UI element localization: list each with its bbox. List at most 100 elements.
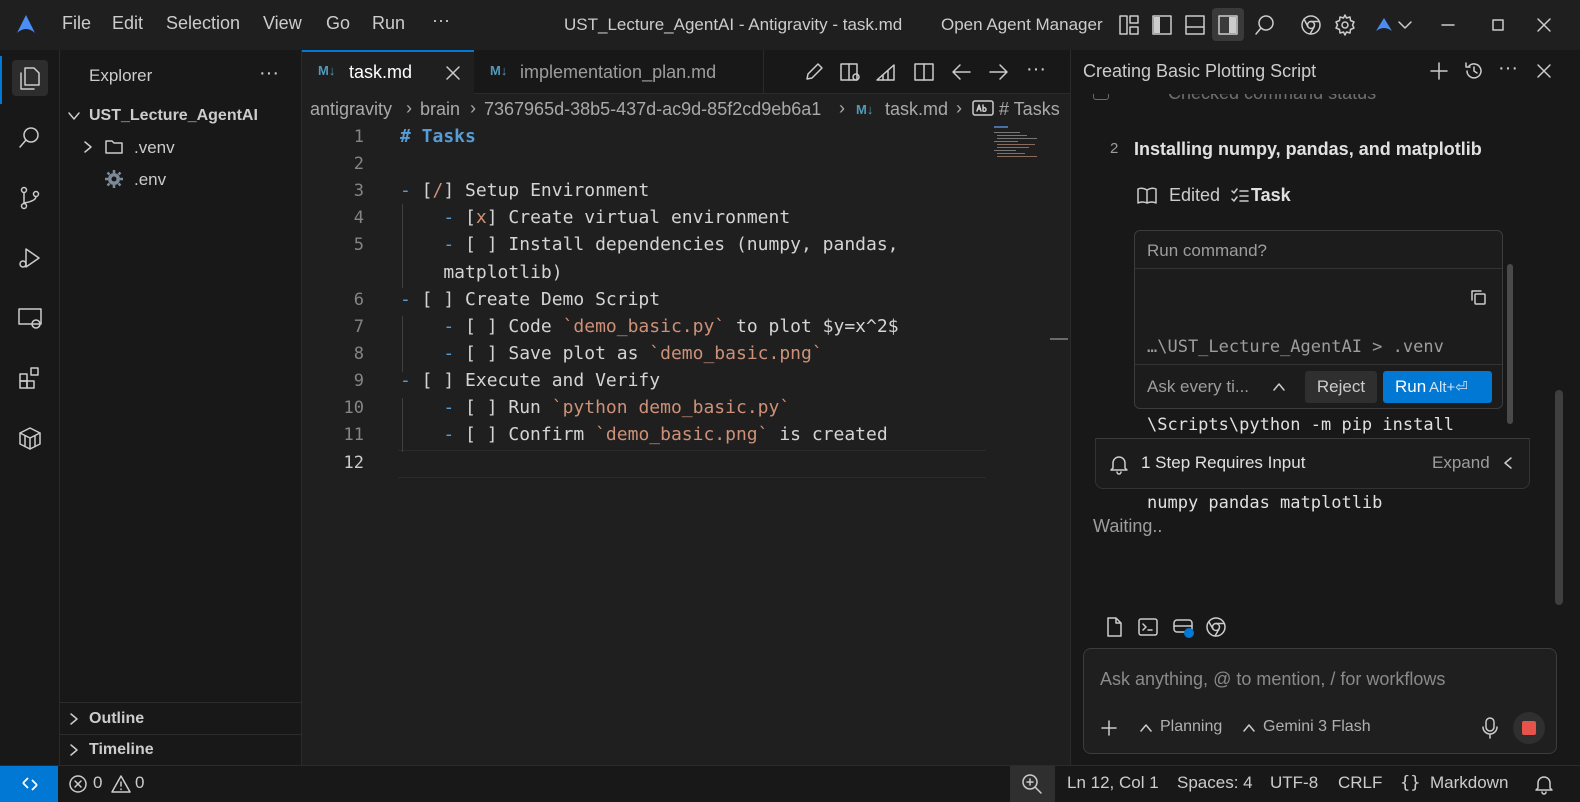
menu-more[interactable]: ··· (432, 10, 450, 31)
encoding[interactable]: UTF-8 (1270, 773, 1318, 793)
menu-edit[interactable]: Edit (112, 13, 143, 34)
tab-implementation-plan[interactable]: M↓ implementation_plan.md (474, 50, 764, 94)
command-line: \Scripts\python -m pip install (1147, 415, 1455, 435)
language-mode[interactable]: Markdown (1430, 773, 1508, 793)
microphone-icon[interactable] (1481, 716, 1499, 740)
tree-item-env[interactable]: .env (134, 170, 166, 190)
chevron-up-icon[interactable] (1242, 721, 1256, 735)
copy-icon[interactable] (1469, 288, 1487, 306)
extensions-icon[interactable] (12, 360, 48, 396)
workspace-root[interactable]: UST_Lecture_AgentAI (89, 107, 258, 125)
conversation: Checked command status 2 Installing nump… (1071, 94, 1580, 634)
breadcrumb-item[interactable]: # Tasks (999, 99, 1060, 120)
arrow-left-icon[interactable] (950, 60, 974, 84)
history-icon[interactable] (1463, 60, 1485, 82)
minimize-icon[interactable] (1440, 17, 1456, 33)
search-icon[interactable] (12, 120, 48, 156)
open-agent-manager-button[interactable]: Open Agent Manager (941, 15, 1103, 35)
maximize-icon[interactable] (1490, 17, 1506, 33)
edited-target-link[interactable]: Task (1251, 185, 1291, 206)
chevron-right-icon[interactable] (80, 139, 96, 155)
menu-go[interactable]: Go (326, 13, 350, 34)
chevron-down-icon[interactable] (66, 108, 82, 124)
menu-view[interactable]: View (263, 13, 302, 34)
arrow-right-icon[interactable] (986, 60, 1010, 84)
toggle-panel-icon[interactable] (1183, 13, 1207, 37)
stop-button[interactable] (1513, 712, 1545, 744)
breadcrumb-item[interactable]: 7367965d-38b5-437d-ac9d-85f2cd9eb6a1 (484, 99, 821, 120)
chat-input-box[interactable]: Ask anything, @ to mention, / for workfl… (1083, 648, 1557, 754)
new-chat-plus-icon[interactable] (1429, 61, 1449, 81)
remote-explorer-icon[interactable] (12, 300, 48, 336)
breadcrumb-item[interactable]: task.md (885, 99, 948, 120)
search-icon[interactable] (1253, 13, 1277, 37)
terminal-icon[interactable] (1137, 616, 1159, 638)
edit-pencil-icon[interactable] (802, 60, 826, 84)
panel-scrollbar[interactable] (1555, 390, 1563, 605)
zoom-icon[interactable] (1010, 766, 1055, 802)
braces-icon: {} (1400, 773, 1421, 793)
warning-count[interactable]: 0 (135, 773, 144, 793)
customize-layout-icon[interactable] (1117, 13, 1141, 37)
toggle-primary-sidebar-icon[interactable] (1150, 13, 1174, 37)
expand-button[interactable]: Expand (1432, 453, 1490, 473)
error-count[interactable]: 0 (93, 773, 102, 793)
split-editor-icon[interactable] (912, 60, 936, 84)
tree-item-venv[interactable]: .venv (134, 138, 175, 158)
divider (60, 702, 301, 703)
run-debug-icon[interactable] (12, 240, 48, 276)
model-select[interactable]: Gemini 3 Flash (1263, 718, 1371, 736)
browser-chrome-icon[interactable] (1205, 616, 1227, 638)
open-preview-side-icon[interactable] (838, 60, 862, 84)
divider (1135, 268, 1502, 269)
agent-more-button[interactable]: ··· (1498, 57, 1518, 80)
end-of-line[interactable]: CRLF (1338, 773, 1382, 793)
breadcrumb-item[interactable]: brain (420, 99, 460, 120)
outline-section[interactable]: Outline (89, 710, 144, 728)
chevron-left-icon[interactable] (1501, 456, 1515, 470)
remote-indicator[interactable] (0, 766, 58, 802)
more-actions-button[interactable]: ··· (1026, 58, 1046, 81)
compare-changes-icon[interactable] (874, 60, 898, 84)
account-icon[interactable] (1374, 15, 1414, 35)
close-window-icon[interactable] (1536, 17, 1552, 33)
line-number: 10 (343, 398, 364, 418)
menu-run[interactable]: Run (372, 13, 405, 34)
containers-icon[interactable] (12, 420, 48, 456)
settings-gear-icon[interactable] (1333, 13, 1357, 37)
notifications-bell-icon[interactable] (1533, 773, 1555, 795)
explorer-files-icon[interactable] (12, 60, 48, 96)
indentation[interactable]: Spaces: 4 (1177, 773, 1253, 793)
chevron-right-icon[interactable] (66, 711, 82, 727)
source-control-icon[interactable] (12, 180, 48, 216)
error-icon[interactable] (68, 774, 88, 794)
run-button[interactable]: Run Alt+⏎ (1383, 371, 1492, 403)
breadcrumb-item[interactable]: antigravity (310, 99, 392, 120)
toggle-secondary-sidebar-icon[interactable] (1212, 8, 1244, 41)
planning-mode-select[interactable]: Planning (1160, 718, 1222, 736)
close-tab-icon[interactable] (444, 64, 462, 82)
menu-file[interactable]: File (62, 13, 91, 34)
warning-icon[interactable] (110, 774, 132, 794)
cursor-position[interactable]: Ln 12, Col 1 (1067, 773, 1159, 793)
reject-button[interactable]: Reject (1305, 371, 1377, 403)
chevron-up-icon[interactable] (1272, 380, 1286, 394)
add-context-plus-icon[interactable] (1100, 719, 1118, 737)
explorer-more-button[interactable]: ··· (259, 62, 279, 85)
timeline-section[interactable]: Timeline (89, 741, 154, 759)
chevron-up-icon[interactable] (1139, 721, 1153, 735)
tab-task-md[interactable]: M↓ task.md (302, 50, 474, 94)
close-panel-icon[interactable] (1535, 62, 1553, 80)
file-icon[interactable] (1104, 616, 1124, 638)
chrome-icon[interactable] (1299, 13, 1323, 37)
code-editor[interactable]: 1 2 3 4 5 6 7 8 9 10 11 12 # Tasks - [/]… (302, 124, 1070, 765)
tab-label: task.md (349, 62, 413, 82)
requires-input-bar[interactable]: 1 Step Requires Input Expand (1095, 438, 1530, 489)
chevron-right-icon[interactable] (66, 742, 82, 758)
database-icon[interactable] (1171, 614, 1197, 640)
chat-input[interactable]: Ask anything, @ to mention, / for workfl… (1100, 669, 1445, 690)
scrollbar[interactable] (1507, 264, 1513, 424)
menu-selection[interactable]: Selection (166, 13, 240, 34)
minimap[interactable] (992, 124, 1042, 164)
ask-every-time-select[interactable]: Ask every ti... (1147, 377, 1249, 397)
